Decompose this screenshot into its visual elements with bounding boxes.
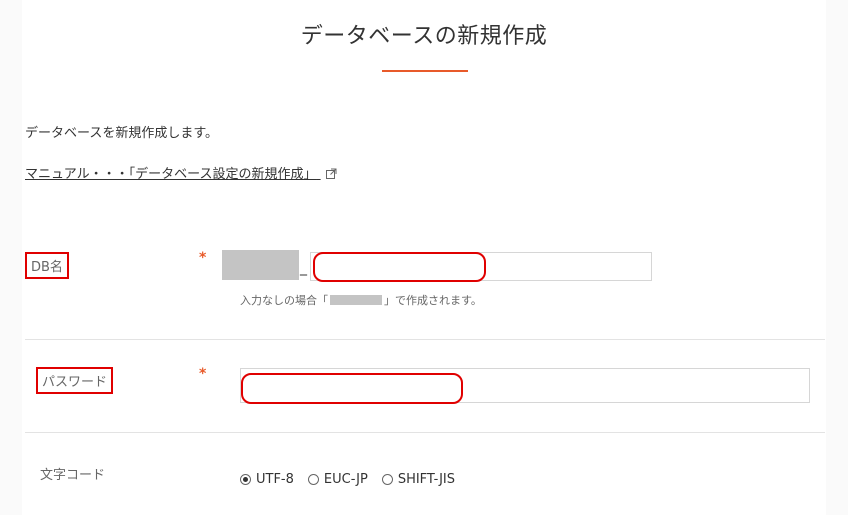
page-title: データベースの新規作成 — [300, 24, 548, 49]
charset-option-label: UTF-8 — [256, 472, 294, 487]
db-name-input[interactable] — [310, 252, 652, 281]
charset-radio-group: UTF-8 EUC-JP SHIFT-JIS — [240, 472, 455, 487]
radio-selected-dot — [243, 477, 248, 482]
row-divider — [25, 339, 825, 340]
radio-button[interactable] — [381, 474, 393, 485]
charset-option-shiftjis[interactable]: SHIFT-JIS — [381, 472, 456, 487]
db-name-hint: 入力なしの場合「 」で作成されます。 — [240, 292, 482, 308]
intro-text: データベースを新規作成します。 — [25, 126, 219, 141]
charset-option-label: SHIFT-JIS — [397, 472, 456, 487]
db-name-hint-masked-value — [330, 295, 382, 305]
db-name-hint-before: 入力なしの場合「 — [240, 294, 328, 307]
password-label: パスワード — [36, 367, 114, 394]
db-name-label: DB名 — [25, 252, 69, 279]
charset-option-label: EUC-JP — [323, 472, 368, 487]
charset-label: 文字コード — [40, 468, 106, 483]
password-required-mark: * — [199, 366, 207, 382]
title-accent-bar — [382, 70, 468, 72]
db-name-separator: _ — [300, 260, 307, 276]
manual-link-label: マニュアル・・・「データベース設定の新規作成」 — [25, 167, 317, 182]
db-name-hint-after: 」で作成されます。 — [384, 294, 482, 307]
external-link-icon — [325, 168, 337, 183]
db-name-required-mark: * — [199, 250, 207, 266]
db-name-prefix-masked — [222, 250, 299, 280]
charset-option-utf8[interactable]: UTF-8 — [240, 472, 294, 487]
manual-link[interactable]: マニュアル・・・「データベース設定の新規作成」 — [25, 163, 337, 183]
radio-button[interactable] — [307, 474, 319, 485]
password-input[interactable] — [240, 368, 810, 403]
row-divider — [25, 432, 825, 433]
page: データベースの新規作成 データベースを新規作成します。 マニュアル・・・「データ… — [0, 0, 848, 515]
radio-button-selected[interactable] — [240, 474, 251, 485]
charset-option-eucjp[interactable]: EUC-JP — [307, 472, 368, 487]
